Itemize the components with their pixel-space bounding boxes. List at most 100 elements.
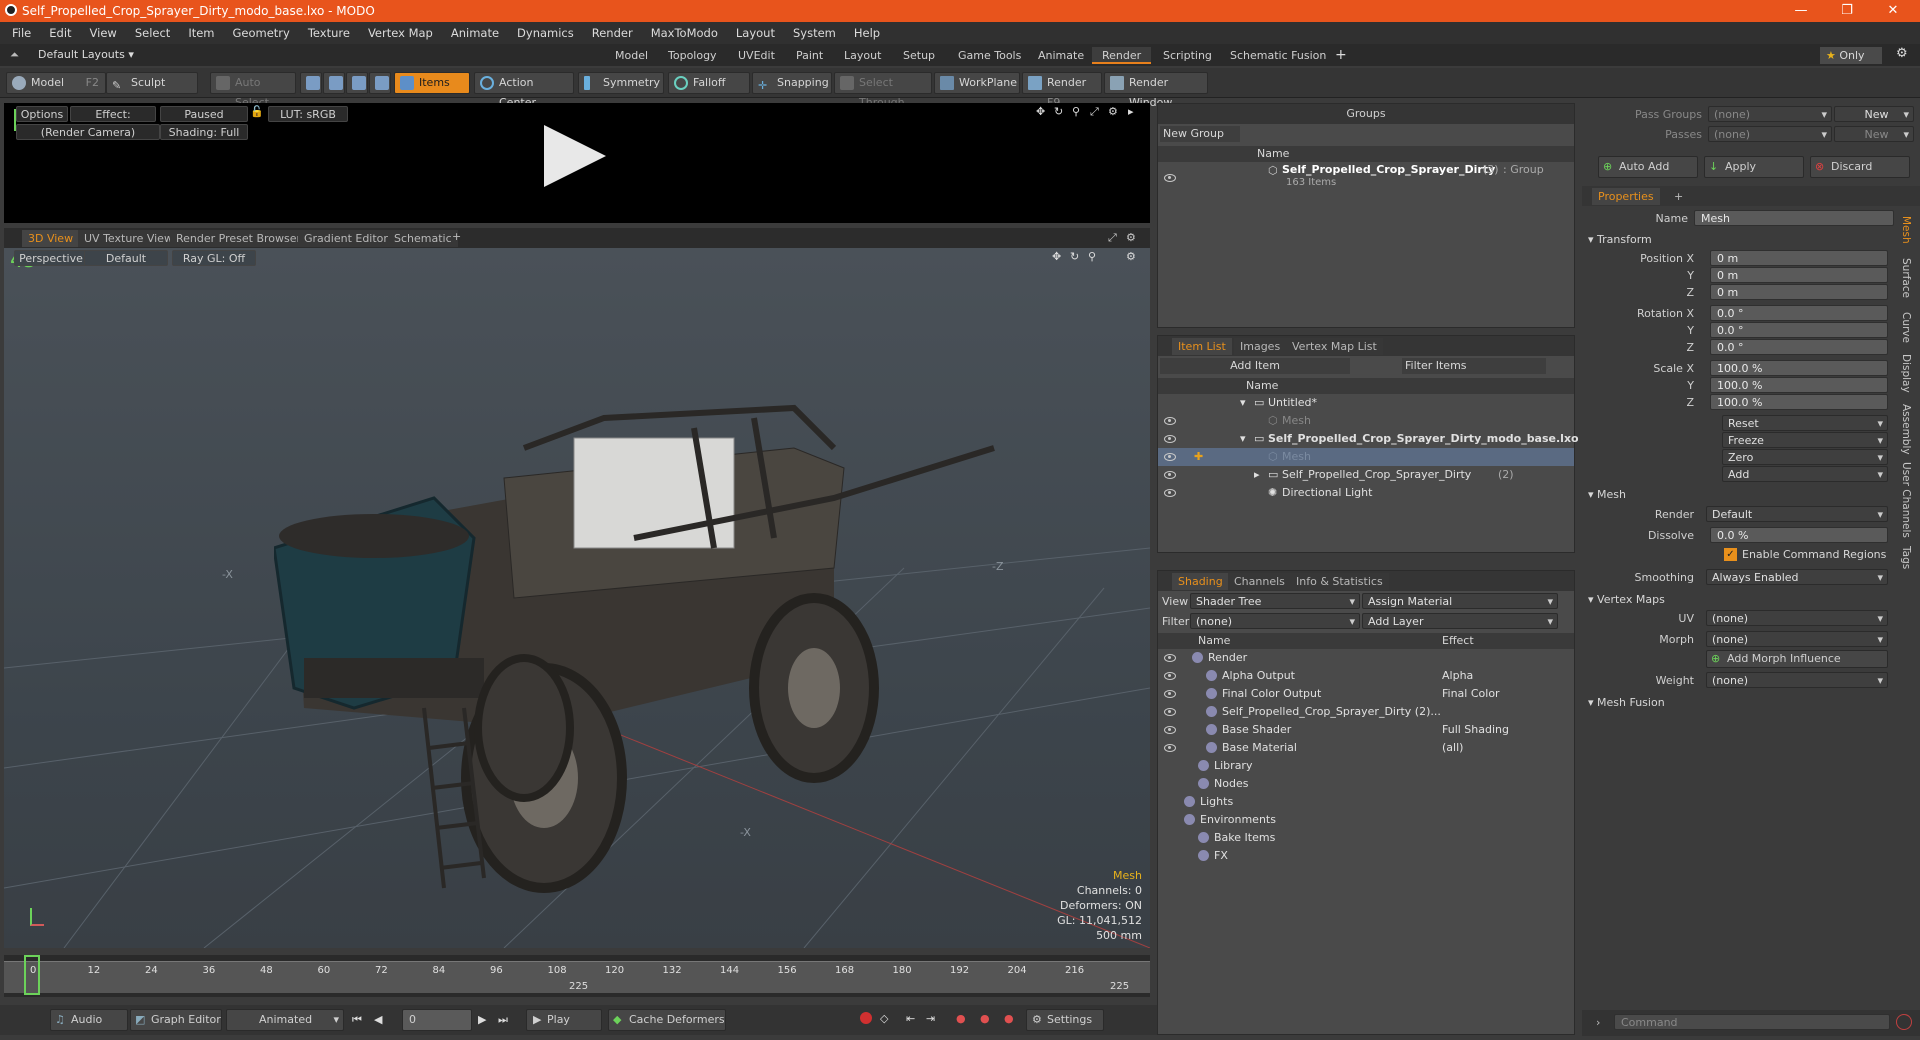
add-morph-influence-button[interactable]: ⊕ Add Morph Influence	[1706, 650, 1888, 668]
audio-button[interactable]: ♫ Audio	[50, 1009, 128, 1031]
tab-shading[interactable]: Shading	[1172, 573, 1229, 590]
rotation-y-field[interactable]: 0.0 °	[1710, 322, 1888, 338]
shader-row[interactable]: Base Shader Full Shading	[1158, 721, 1574, 739]
shader-tree-dropdown[interactable]: Shader Tree	[1190, 593, 1360, 610]
side-tab-mesh[interactable]: Mesh	[1900, 216, 1912, 244]
tab-properties[interactable]: Properties	[1592, 188, 1660, 205]
tab-render[interactable]: Render	[1092, 47, 1152, 64]
go-to-end-icon[interactable]: ⏭	[498, 1013, 508, 1027]
view-maximize-icon[interactable]: ⤢	[1108, 231, 1117, 245]
new-group-button[interactable]: New Group	[1160, 126, 1240, 142]
next-frame-icon[interactable]: ▶	[478, 1013, 486, 1026]
play-button[interactable]: ▶ Play	[526, 1009, 602, 1031]
rotate-icon[interactable]: ↻	[1054, 105, 1063, 118]
auto-select-button[interactable]: Auto Select	[210, 72, 296, 109]
viewport-gear-icon[interactable]: ⚙	[1126, 250, 1136, 263]
apply-button[interactable]: ↓ Apply	[1704, 156, 1804, 178]
list-item[interactable]: ✚ ⬡ Mesh	[1158, 448, 1574, 466]
scale-x-field[interactable]: 100.0 %	[1710, 360, 1888, 376]
tab-info-statistics[interactable]: Info & Statistics	[1290, 573, 1389, 590]
command-clear-icon[interactable]	[1896, 1014, 1912, 1030]
pass-groups-dropdown[interactable]: (none)	[1708, 106, 1832, 123]
filter-dropdown[interactable]: (none)	[1190, 613, 1360, 630]
list-item[interactable]: ✺ Directional Light	[1158, 484, 1574, 502]
menu-vertex-map[interactable]: Vertex Map	[359, 22, 442, 44]
tab-schematic-fusion[interactable]: Schematic Fusion	[1220, 47, 1336, 64]
visibility-eye-icon[interactable]	[1164, 174, 1176, 182]
menu-help[interactable]: Help	[845, 22, 889, 44]
side-tab-tags[interactable]: Tags	[1900, 546, 1912, 569]
side-tab-curve[interactable]: Curve	[1900, 312, 1912, 343]
sculpt-button[interactable]: ✎ Sculpt	[106, 72, 198, 94]
filter-items-input[interactable]: Filter Items	[1402, 358, 1546, 374]
zoom-icon[interactable]: ⚲	[1072, 105, 1080, 118]
menu-edit[interactable]: Edit	[40, 22, 80, 44]
position-x-field[interactable]: 0 m	[1710, 250, 1888, 266]
edge-mode-button[interactable]	[323, 72, 345, 94]
shader-row[interactable]: Bake Items	[1158, 829, 1574, 847]
add-item-dropdown[interactable]: Add Item	[1160, 358, 1350, 374]
visibility-eye-icon[interactable]	[1164, 471, 1176, 479]
uv-dropdown[interactable]: (none)	[1706, 610, 1888, 627]
scale-y-field[interactable]: 100.0 %	[1710, 377, 1888, 393]
visibility-eye-icon[interactable]	[1164, 435, 1176, 443]
timeline[interactable]: 0 12 24 36 48 60 72 84 96 108 120 132 144 156 168 180 19…	[4, 955, 1150, 997]
layout-arrow-icon[interactable]: ⏶	[10, 48, 19, 62]
raygl-dropdown[interactable]: Ray GL: Off	[172, 250, 256, 266]
settings-button[interactable]: ⚙ Settings	[1026, 1009, 1104, 1031]
tab-game-tools[interactable]: Game Tools	[948, 47, 1031, 64]
menu-select[interactable]: Select	[126, 22, 179, 44]
visibility-eye-icon[interactable]	[1164, 744, 1176, 752]
shader-row[interactable]: Base Material (all)	[1158, 739, 1574, 757]
animated-dropdown[interactable]: Animated ▾	[226, 1009, 344, 1031]
key-icon[interactable]: ◇	[880, 1012, 888, 1025]
rotation-x-field[interactable]: 0.0 °	[1710, 305, 1888, 321]
go-to-start-icon[interactable]: ⏮	[352, 1013, 362, 1027]
discard-button[interactable]: ⊗ Discard	[1810, 156, 1910, 178]
menu-item[interactable]: Item	[179, 22, 223, 44]
render-dropdown[interactable]: Default	[1706, 506, 1888, 523]
transform-section[interactable]: ▾ Transform	[1588, 231, 1652, 249]
playhead[interactable]	[24, 955, 40, 995]
tab-topology[interactable]: Topology	[658, 47, 727, 64]
visibility-eye-icon[interactable]	[1164, 453, 1176, 461]
weight-dropdown[interactable]: (none)	[1706, 672, 1888, 689]
visibility-eye-icon[interactable]	[1164, 489, 1176, 497]
lock-icon[interactable]: 🔓	[250, 105, 264, 118]
visibility-eye-icon[interactable]	[1164, 654, 1176, 662]
cache-deformers-button[interactable]: ◆ Cache Deformers	[608, 1009, 726, 1031]
scale-z-field[interactable]: 100.0 %	[1710, 394, 1888, 410]
view-gear-icon[interactable]: ⚙	[1126, 231, 1136, 244]
auto-key-icon[interactable]: ●	[956, 1012, 966, 1025]
preview-effect-dropdown[interactable]: Effect: (Shadi...	[70, 106, 156, 137]
visibility-eye-icon[interactable]	[1164, 672, 1176, 680]
passes-dropdown[interactable]: (none)	[1708, 126, 1832, 143]
close-icon[interactable]: ✕	[1870, 0, 1916, 22]
restore-icon[interactable]: ❐	[1824, 0, 1870, 22]
style-dropdown[interactable]: Default	[84, 250, 168, 266]
menu-layout[interactable]: Layout	[727, 22, 784, 44]
menu-view[interactable]: View	[81, 22, 126, 44]
menu-dynamics[interactable]: Dynamics	[508, 22, 583, 44]
side-tab-user-channels[interactable]: User Channels	[1900, 462, 1912, 538]
layouts-dropdown[interactable]: Default Layouts ▾	[38, 48, 134, 61]
freeze-dropdown[interactable]: Freeze	[1722, 432, 1888, 449]
polygon-mode-button[interactable]	[346, 72, 368, 94]
perspective-dropdown[interactable]: Perspective	[14, 250, 88, 266]
side-tab-display[interactable]: Display	[1900, 354, 1912, 393]
3d-viewport[interactable]: 45 Perspective Default Ray GL: Off ✥ ↻ ⚲…	[4, 248, 1150, 948]
assign-material-dropdown[interactable]: Assign Material	[1362, 593, 1558, 610]
menu-file[interactable]: File	[3, 22, 40, 44]
shader-row[interactable]: Self_Propelled_Crop_Sprayer_Dirty (2)...	[1158, 703, 1574, 721]
tab-paint[interactable]: Paint	[786, 47, 833, 64]
position-z-field[interactable]: 0 m	[1710, 284, 1888, 300]
shader-row[interactable]: Lights	[1158, 793, 1574, 811]
list-item[interactable]: ▾ ▭ Self_Propelled_Crop_Sprayer_Dirty_modo…	[1158, 430, 1579, 448]
vertex-maps-section[interactable]: ▾ Vertex Maps	[1588, 591, 1665, 609]
preview-lut-dropdown[interactable]: LUT: sRGB	[268, 106, 348, 122]
smoothing-dropdown[interactable]: Always Enabled	[1706, 569, 1888, 586]
action-center-button[interactable]: Action Center	[474, 72, 574, 109]
command-input[interactable]: Command	[1614, 1014, 1890, 1030]
checkbox-icon[interactable]: ✓	[1724, 548, 1737, 561]
preview-shading-dropdown[interactable]: Shading: Full	[160, 124, 248, 140]
